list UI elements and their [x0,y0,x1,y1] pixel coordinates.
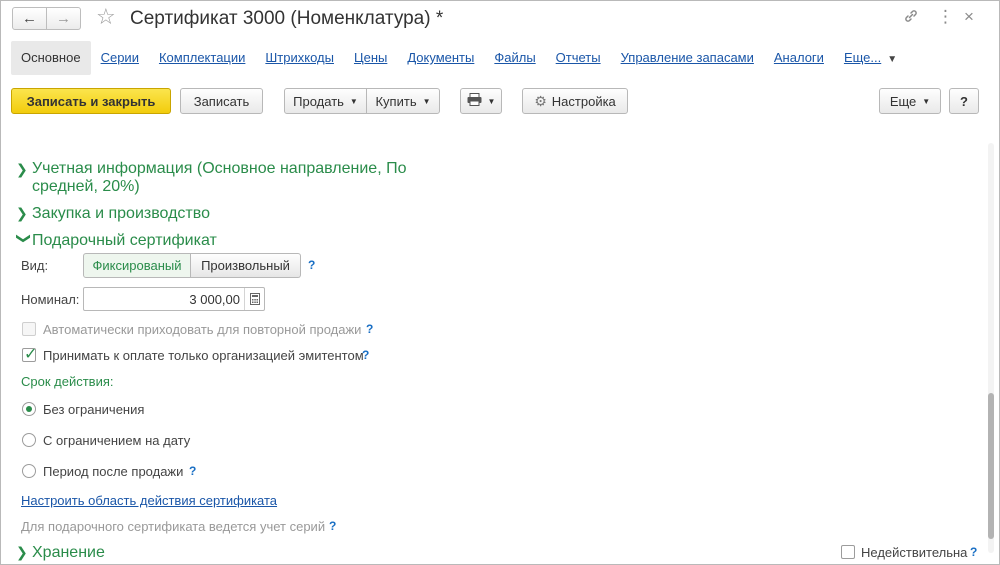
dropdown-arrow-icon: ▼ [887,54,898,65]
sell-label: Продать [293,93,344,109]
window-title: Сертификат 3000 (Номенклатура) * [130,8,444,29]
series-note: Для подарочного сертификата ведется учет… [21,519,326,534]
tab-documents[interactable]: Документы [397,41,484,75]
tab-analogs[interactable]: Аналоги [764,41,834,75]
section-tabs: Основное Серии Комплектации Штрихкоды Це… [11,41,907,75]
group-purchase[interactable]: ❯ Закупка и производство [16,205,210,223]
scrollbar-thumb[interactable] [988,393,994,539]
group-storage-label: Хранение [32,544,105,561]
tab-more-label: Еще... [843,50,882,65]
group-storage[interactable]: ❯ Хранение [16,544,105,562]
checkmark-icon: ✓ [24,346,38,363]
chevron-right-icon: ❯ [16,544,28,560]
validity-date-label: С ограничением на дату [43,433,191,448]
kind-label: Вид: [21,258,49,273]
group-purchase-label: Закупка и производство [32,205,210,222]
gear-icon: ⚙ [534,92,547,109]
group-accounting-label: Учетная информация (Основное направление… [32,160,407,195]
dropdown-arrow-icon: ▼ [349,96,358,106]
more-vertical-icon[interactable]: ⋮ [937,7,954,27]
group-gift-label: Подарочный сертификат [32,232,217,249]
nominal-label: Номинал: [21,292,80,307]
favorite-star-icon[interactable]: ☆ [96,4,116,30]
inactive-help-icon[interactable]: ? [970,545,977,559]
tab-main[interactable]: Основное [11,41,91,75]
dropdown-arrow-icon: ▼ [422,96,431,106]
tab-stock-management[interactable]: Управление запасами [611,41,764,75]
auto-receive-checkbox[interactable] [22,322,36,336]
tab-kits[interactable]: Комплектации [149,41,255,75]
auto-receive-label: Автоматически приходовать для повторной … [43,322,362,337]
settings-button[interactable]: ⚙ Настройка [522,88,628,114]
title-bar: ← → ☆ Сертификат 3000 (Номенклатура) * ⋮… [0,0,1000,38]
validity-label: Срок действия: [21,374,114,389]
kind-fixed-option[interactable]: Фиксированый [83,253,191,278]
tab-prices[interactable]: Цены [344,41,397,75]
dropdown-arrow-icon: ▼ [922,96,931,106]
inactive-label: Недействительна [861,545,968,560]
series-note-help-icon[interactable]: ? [329,519,336,533]
tab-more[interactable]: Еще... ▼ [834,41,907,75]
calculator-icon[interactable] [244,288,264,310]
help-button[interactable]: ? [949,88,979,114]
validity-date-radio[interactable] [22,433,36,447]
accept-only-help-icon[interactable]: ? [362,348,369,362]
arrow-right-icon: → [56,10,71,27]
close-icon[interactable]: × [964,7,974,27]
validity-unlimited-radio[interactable] [22,402,36,416]
auto-receive-help-icon[interactable]: ? [366,322,373,336]
group-accounting[interactable]: ❯ Учетная информация (Основное направлен… [16,160,436,196]
validity-period-label: Период после продажи [43,464,184,479]
tab-reports[interactable]: Отчеты [546,41,611,75]
print-button[interactable]: ▼ [460,88,502,114]
save-and-close-button[interactable]: Записать и закрыть [11,88,171,114]
group-gift-certificate[interactable]: ❯Подарочный сертификат [16,232,217,250]
back-button[interactable]: ← [12,7,47,30]
tab-barcodes[interactable]: Штрихкоды [255,41,344,75]
chevron-down-icon: ❯ [16,232,33,245]
chevron-right-icon: ❯ [16,161,28,177]
forward-button[interactable]: → [46,7,81,30]
more-button[interactable]: Еще ▼ [879,88,941,114]
buy-button[interactable]: Купить ▼ [366,88,440,114]
window-frame [0,0,1000,565]
tab-series[interactable]: Серии [91,41,149,75]
accept-only-checkbox[interactable]: ✓ [22,346,37,363]
buy-label: Купить [375,93,417,109]
nominal-field[interactable]: 3 000,00 [83,287,265,311]
settings-label: Настройка [551,93,616,109]
validity-period-help-icon[interactable]: ? [189,464,196,478]
radio-selected-dot [26,406,32,412]
kind-help-icon[interactable]: ? [308,258,315,272]
configure-scope-link[interactable]: Настроить область действия сертификата [21,493,277,508]
nominal-value: 3 000,00 [189,292,240,307]
kind-free-option[interactable]: Произвольный [191,253,301,278]
save-button[interactable]: Записать [180,88,263,114]
chevron-right-icon: ❯ [16,205,28,221]
link-icon[interactable] [903,8,919,29]
inactive-checkbox[interactable] [841,545,855,559]
dropdown-arrow-icon: ▼ [487,96,496,106]
accept-only-label: Принимать к оплате только организацией э… [43,348,364,363]
validity-period-radio[interactable] [22,464,36,478]
validity-unlimited-label: Без ограничения [43,402,145,417]
sell-button[interactable]: Продать ▼ [284,88,367,114]
printer-icon [467,93,482,109]
arrow-left-icon: ← [22,10,37,27]
tab-files[interactable]: Файлы [484,41,545,75]
more-label: Еще [889,93,917,109]
